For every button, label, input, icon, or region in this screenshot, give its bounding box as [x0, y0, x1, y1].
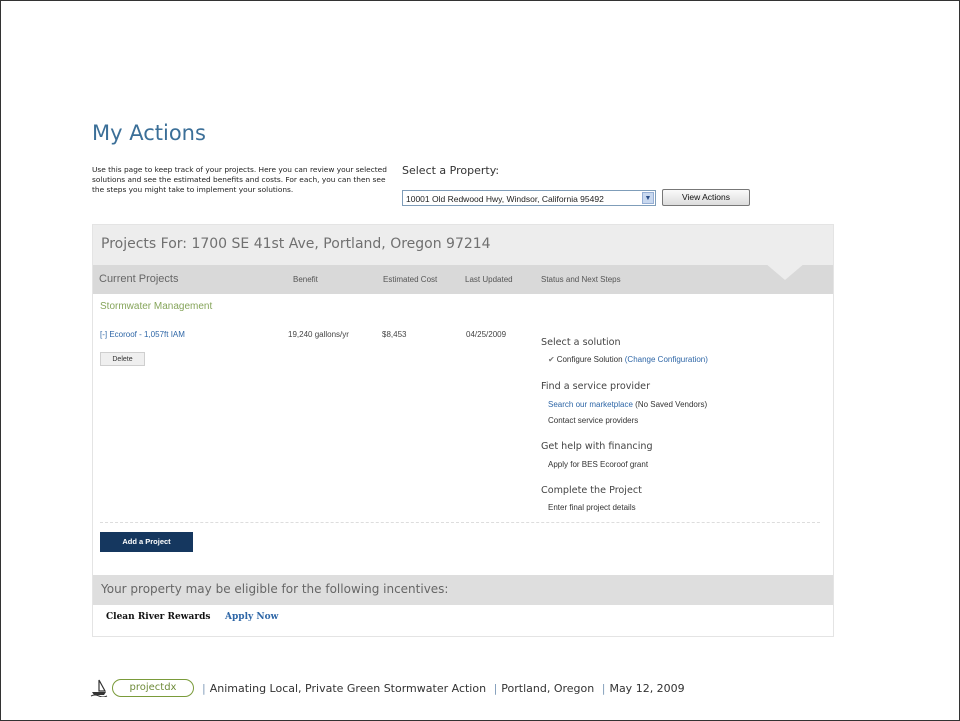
projects-for-title: Projects For: 1700 SE 41st Ave, Portland… [101, 236, 491, 252]
column-status-next-steps: Status and Next Steps [541, 275, 621, 284]
divider [100, 522, 820, 523]
apply-now-link[interactable]: Apply Now [225, 612, 278, 622]
check-icon: ✔ [548, 355, 555, 364]
projects-header: Projects For: 1700 SE 41st Ave, Portland… [93, 225, 833, 265]
projectdx-logo: projectdx [112, 679, 194, 697]
delete-button[interactable]: Delete [100, 352, 145, 366]
column-benefit: Benefit [293, 275, 318, 284]
header-notch [765, 263, 805, 280]
search-marketplace-link[interactable]: Search our marketplace [548, 400, 633, 409]
incentives-title: Your property may be eligible for the fo… [101, 582, 449, 596]
add-project-button[interactable]: Add a Project [100, 532, 193, 552]
incentives-bar: Your property may be eligible for the fo… [93, 575, 833, 605]
project-cost: $8,453 [382, 330, 407, 339]
project-benefit: 19,240 gallons/yr [288, 330, 349, 339]
step-configure-solution: ✔ Configure Solution (Change Configuratio… [548, 355, 708, 364]
step-contact-providers: Contact service providers [548, 416, 639, 425]
enter-project-details-link[interactable]: Enter final project details [548, 503, 636, 512]
projects-panel: Projects For: 1700 SE 41st Ave, Portland… [92, 224, 834, 637]
footer-caption: Animating Local, Private Green Stormwate… [209, 682, 487, 695]
column-estimated-cost: Estimated Cost [383, 275, 438, 284]
step-search-marketplace: Search our marketplace (No Saved Vendors… [548, 400, 708, 409]
page-title: My Actions [92, 121, 206, 145]
column-last-updated: Last Updated [465, 275, 513, 284]
apply-ecoroof-grant-link[interactable]: Apply for BES Ecoroof grant [548, 460, 648, 469]
column-current-projects: Current Projects [99, 273, 179, 285]
section-stormwater-management: Stormwater Management [100, 301, 213, 312]
footer-date: May 12, 2009 [609, 682, 685, 695]
incentive-program: Clean River Rewards [106, 612, 211, 622]
page-intro: Use this page to keep track of your proj… [92, 165, 387, 194]
footer-location: Portland, Oregon [501, 682, 595, 695]
property-select-label: Select a Property: [402, 164, 500, 177]
project-ecoroof-link[interactable]: [-] Ecoroof - 1,057ft IAM [100, 330, 185, 339]
boat-icon [90, 679, 108, 697]
property-select[interactable]: 10001 Old Redwood Hwy, Windsor, Californ… [402, 190, 656, 206]
property-select-value: 10001 Old Redwood Hwy, Windsor, Californ… [406, 194, 604, 204]
projects-column-header: Current Projects Benefit Estimated Cost … [93, 265, 833, 294]
view-actions-button[interactable]: View Actions [662, 189, 750, 206]
project-last-updated: 04/25/2009 [466, 330, 507, 339]
step-complete-project: Complete the Project [541, 485, 642, 496]
step-financing: Get help with financing [541, 441, 653, 452]
step-find-service-provider: Find a service provider [541, 381, 651, 392]
chevron-down-icon[interactable]: ▼ [642, 192, 654, 204]
footer-caption-row: | Animating Local, Private Green Stormwat… [202, 682, 685, 695]
change-configuration-link[interactable]: (Change Configuration) [625, 355, 708, 364]
step-select-solution: Select a solution [541, 337, 621, 348]
